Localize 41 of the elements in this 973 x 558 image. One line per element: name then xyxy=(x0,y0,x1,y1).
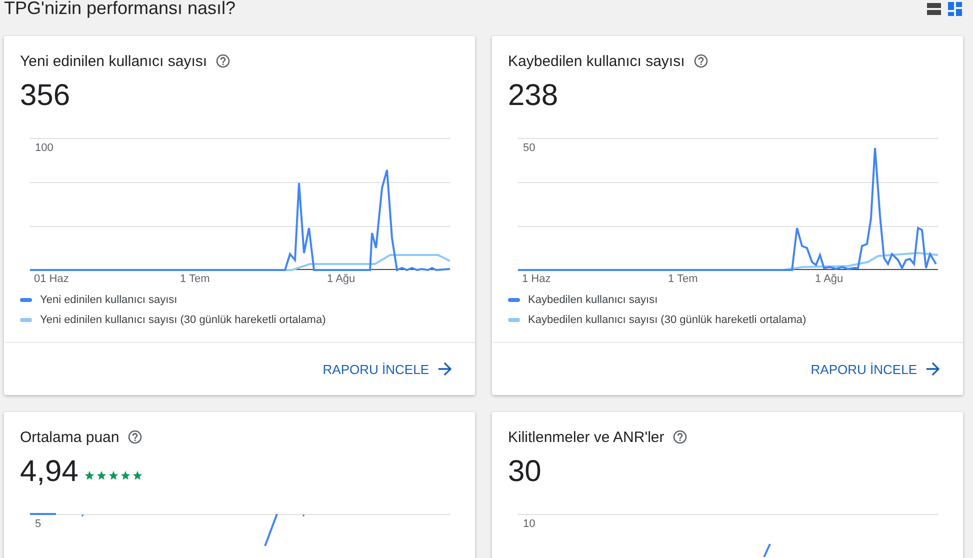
legend-label: Kaybedilen kullanıcı sayısı xyxy=(528,294,658,306)
help-icon[interactable] xyxy=(672,429,688,445)
axis-tick-label: 5 xyxy=(35,518,42,530)
data-line xyxy=(763,544,771,558)
help-icon[interactable] xyxy=(127,429,144,445)
card-title: Kaybedilen kullanıcı sayısı xyxy=(508,52,685,70)
axis-date-label: 01 Haz xyxy=(34,273,69,285)
star-icon xyxy=(84,470,96,481)
metric-value: 356 xyxy=(20,78,70,114)
list-view-button[interactable] xyxy=(927,2,942,16)
help-icon[interactable] xyxy=(692,53,709,69)
axis-tick-label: 50 xyxy=(523,142,536,154)
star-icon xyxy=(96,470,108,481)
page-title: TPG'nizin performansı nasıl? xyxy=(4,0,236,18)
data-line xyxy=(30,513,56,515)
axis-date-label: 1 Tem xyxy=(180,273,210,285)
view-report-button[interactable]: RAPORU İNCELE xyxy=(806,353,947,385)
view-report-button[interactable]: RAPORU İNCELE xyxy=(318,353,459,385)
card-title: Yeni edinilen kullanıcı sayısı xyxy=(20,52,208,70)
data-line xyxy=(302,514,305,517)
card-title: Kilitlenmeler ve ANR'ler xyxy=(508,428,664,446)
axis-date-label: 1 Tem xyxy=(668,273,698,285)
card-title: Ortalama puan xyxy=(20,428,120,446)
axis-date-label: 1 Haz xyxy=(522,273,551,285)
help-icon[interactable] xyxy=(215,53,232,69)
star-icon xyxy=(120,470,132,481)
data-line xyxy=(81,514,84,517)
axis-tick-label: 10 xyxy=(523,518,536,530)
axis-tick-label: 100 xyxy=(35,142,54,154)
legend-label: Yeni edinilen kullanıcı sayısı (30 günlük hareketli ortalama) xyxy=(40,314,326,326)
axis-date-label: 1 Ağu xyxy=(815,273,844,285)
legend-label: Kaybedilen kullanıcı sayısı (30 günlük hareketli ortalama) xyxy=(528,314,806,326)
grid-view-button[interactable] xyxy=(948,2,963,16)
legend-label: Yeni edinilen kullanıcı sayısı xyxy=(40,294,178,306)
star-icon xyxy=(132,470,144,481)
metric-value: 238 xyxy=(508,78,558,114)
metric-value: 4,94 xyxy=(20,454,78,490)
star-icon xyxy=(108,470,120,481)
metric-value: 30 xyxy=(508,454,542,490)
axis-date-label: 1 Ağu xyxy=(327,273,356,285)
data-line xyxy=(264,514,278,546)
